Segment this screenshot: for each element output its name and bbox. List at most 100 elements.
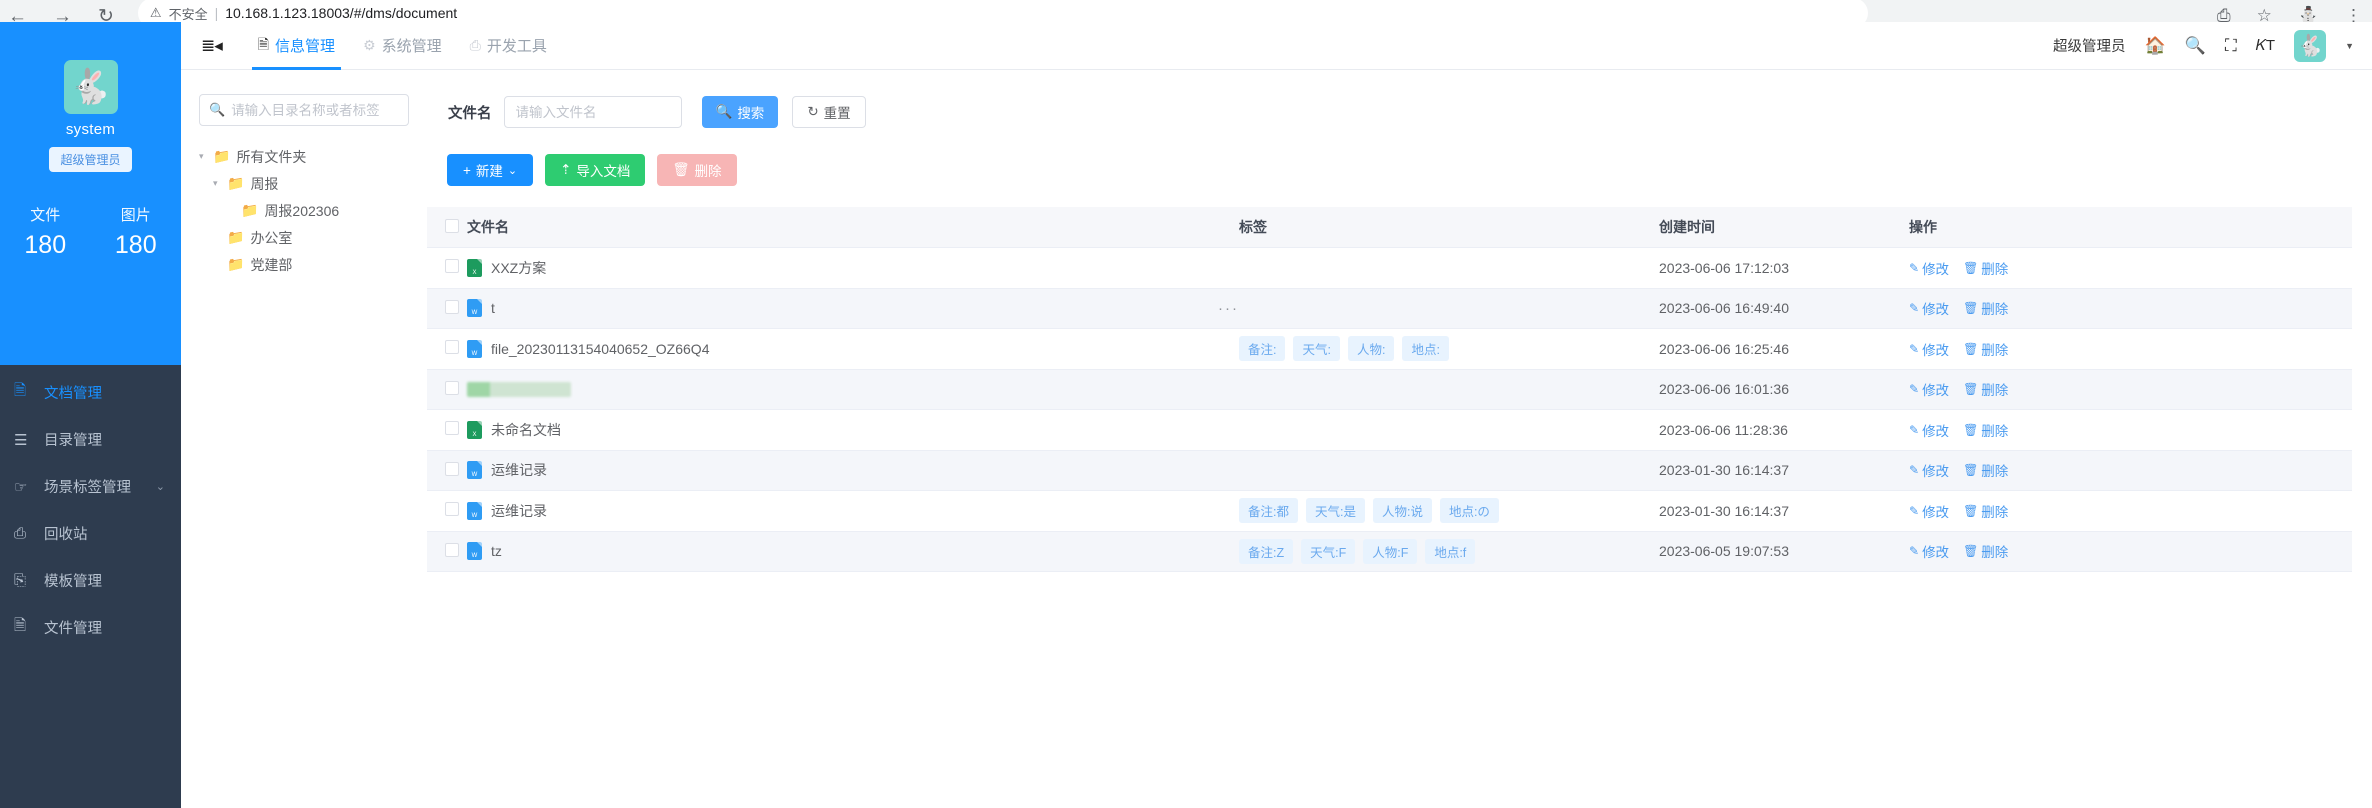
row-checkbox[interactable] [445,502,459,517]
avatar[interactable]: 🐇 [63,60,118,114]
row-checkbox[interactable] [445,461,459,476]
profile-icon[interactable]: ⛄ [2298,6,2319,22]
tree-search-input[interactable] [231,102,409,118]
delete-link[interactable]: 🗑 删除 [1963,541,2008,561]
tree-node-label: 所有文件夹 [236,148,307,165]
chevron-down-icon[interactable]: ▾ [213,178,227,189]
font-size-icon[interactable]: 𝛫T [2256,38,2275,53]
table-row[interactable]: X XXZ方案 2023-06-06 17:12:03 ✎ 修改 🗑 删除 [427,248,2352,289]
edit-link[interactable]: ✎ 修改 [1909,460,1949,480]
table-row[interactable]: W tz 备注:Z 天气:F 人物:F 地点:f 2023-06-05 19:0… [427,531,2352,572]
fullscreen-icon[interactable]: ⛶ [2225,37,2237,54]
delete-link[interactable]: 🗑 删除 [1963,460,2008,480]
tag-chip: 人物:说 [1372,498,1432,524]
sidebar-item-recycle-bin[interactable]: ⎙ 回收站 [0,510,181,557]
row-checkbox-cell[interactable] [427,542,467,560]
edit-link[interactable]: ✎ 修改 [1909,379,1949,399]
tree-search-box[interactable]: 🔍 [199,94,409,126]
chevron-down-icon[interactable]: ▾ [199,151,213,162]
tree-node-weekly-report[interactable]: ▾ 📁 周报 [199,170,409,197]
sidebar-item-file-management[interactable]: 🗎 文件管理 [0,604,181,651]
delete-link[interactable]: 🗑 删除 [1963,379,2008,399]
tree-node-weekly-report-202306[interactable]: 📁 周报202306 [199,197,409,224]
row-operations: ✎ 修改 🗑 删除 [1909,460,2089,480]
tab-information-management[interactable]: 🗎 信息管理 [244,22,349,70]
tab-system-management[interactable]: ⚙ 系统管理 [349,22,456,70]
table-row[interactable]: W 运维记录 2023-01-30 16:14:37 ✎ 修改 🗑 删除 [427,450,2352,491]
edit-link[interactable]: ✎ 修改 [1909,541,1949,561]
row-checkbox-cell[interactable] [427,421,467,438]
row-checkbox[interactable] [445,299,459,314]
row-checkbox-cell[interactable] [427,461,467,479]
edit-link[interactable]: ✎ 修改 [1909,298,1949,318]
row-checkbox-cell[interactable] [427,259,467,276]
new-button[interactable]: + 新建 ⌄ [447,154,534,186]
edit-link[interactable]: ✎ 修改 [1909,420,1949,440]
chevron-down-icon: ⌄ [507,164,518,177]
tab-label: 信息管理 [275,38,336,55]
row-filename[interactable]: 未命名文档 [491,420,561,440]
row-checkbox[interactable] [445,259,459,274]
sidebar-item-directory-management[interactable]: ☰ 目录管理 [0,416,181,463]
tree-node-office[interactable]: 📁 办公室 [199,224,409,251]
row-filename[interactable]: XXZ方案 [491,258,546,278]
import-document-button[interactable]: ⇡ 导入文档 [545,154,646,186]
reset-button[interactable]: ↻ 重置 [792,96,866,128]
table-row[interactable]: W t ··· 2023-06-06 16:49:40 ✎ 修改 🗑 删除 [427,288,2352,329]
table-row[interactable]: X 未命名文档 2023-06-06 11:28:36 ✎ 修改 🗑 删除 [427,410,2352,451]
table-row[interactable]: 2023-06-06 16:01:36 ✎ 修改 🗑 删除 [427,369,2352,410]
table-row[interactable]: W 运维记录 备注:都 天气:是 人物:说 地点:の 2023-01-30 16… [427,491,2352,532]
row-checkbox-cell[interactable] [427,340,467,357]
forward-arrow-icon[interactable]: → [53,7,72,22]
address-bar[interactable]: ⚠ 不安全 | 10.168.1.123.18003/#/dms/documen… [137,0,1868,22]
tab-dev-tools[interactable]: ⎙ 开发工具 [456,22,561,70]
search-icon[interactable]: 🔍 [2185,37,2206,54]
edit-link[interactable]: ✎ 修改 [1909,339,1949,359]
sidebar-item-document-management[interactable]: 🗎 文档管理 [0,369,181,416]
delete-button[interactable]: 🗑 删除 [657,154,737,186]
back-arrow-icon[interactable]: ← [8,7,27,22]
sidebar-item-template-management[interactable]: ⎘ 模板管理 [0,557,181,604]
collapse-sidebar-icon[interactable]: ≣◂ [201,36,223,56]
action-toolbar: + 新建 ⌄ ⇡ 导入文档 🗑 删除 [427,128,2372,186]
delete-link[interactable]: 🗑 删除 [1963,258,2008,278]
row-filename-cell: X 未命名文档 [467,420,1047,440]
search-button[interactable]: 🔍 搜索 [701,96,779,128]
home-icon[interactable]: 🏠 [2145,37,2166,54]
row-filename[interactable]: 运维记录 [491,501,547,521]
row-more-icon[interactable]: ··· [1047,300,1239,317]
chevron-down-icon[interactable]: ▼ [2345,41,2354,51]
edit-link[interactable]: ✎ 修改 [1909,501,1949,521]
select-all-cell[interactable] [427,218,467,236]
more-menu-icon[interactable]: ⋮ [2345,6,2362,22]
tree-node-party-building[interactable]: 📁 党建部 [199,251,409,278]
row-filename[interactable]: 运维记录 [491,460,547,480]
row-filename[interactable]: file_20230113154040652_OZ66Q4 [491,341,709,357]
row-checkbox[interactable] [445,340,459,355]
row-filename[interactable]: t [491,300,495,316]
pencil-icon: ✎ [1909,422,1920,437]
edit-link[interactable]: ✎ 修改 [1909,258,1949,278]
row-checkbox-cell[interactable] [427,380,467,398]
delete-link[interactable]: 🗑 删除 [1963,501,2008,521]
table-row[interactable]: W file_20230113154040652_OZ66Q4 备注: 天气: … [427,329,2352,370]
share-icon[interactable]: ⎙ [2217,6,2231,22]
select-all-checkbox[interactable] [445,218,459,233]
delete-link[interactable]: 🗑 删除 [1963,420,2008,440]
filename-input[interactable] [503,96,682,128]
row-filename[interactable]: tz [491,543,502,559]
delete-link[interactable]: 🗑 删除 [1963,339,2008,359]
delete-link[interactable]: 🗑 删除 [1963,298,2008,318]
row-operations: ✎ 修改 🗑 删除 [1909,379,2089,399]
reload-icon[interactable]: ↻ [98,7,114,22]
sidebar-item-scene-tag-management[interactable]: ☞ 场景标签管理 ⌄ [0,463,181,510]
tree-node-all-folders[interactable]: ▾ 📁 所有文件夹 [199,143,409,170]
avatar[interactable]: 🐇 [2294,29,2327,62]
tab-label: 系统管理 [381,38,442,55]
row-checkbox-cell[interactable] [427,299,467,317]
row-checkbox-cell[interactable] [427,502,467,519]
row-checkbox[interactable] [445,421,459,436]
row-checkbox[interactable] [445,380,459,395]
star-icon[interactable]: ☆ [2257,6,2272,22]
row-checkbox[interactable] [445,542,459,557]
